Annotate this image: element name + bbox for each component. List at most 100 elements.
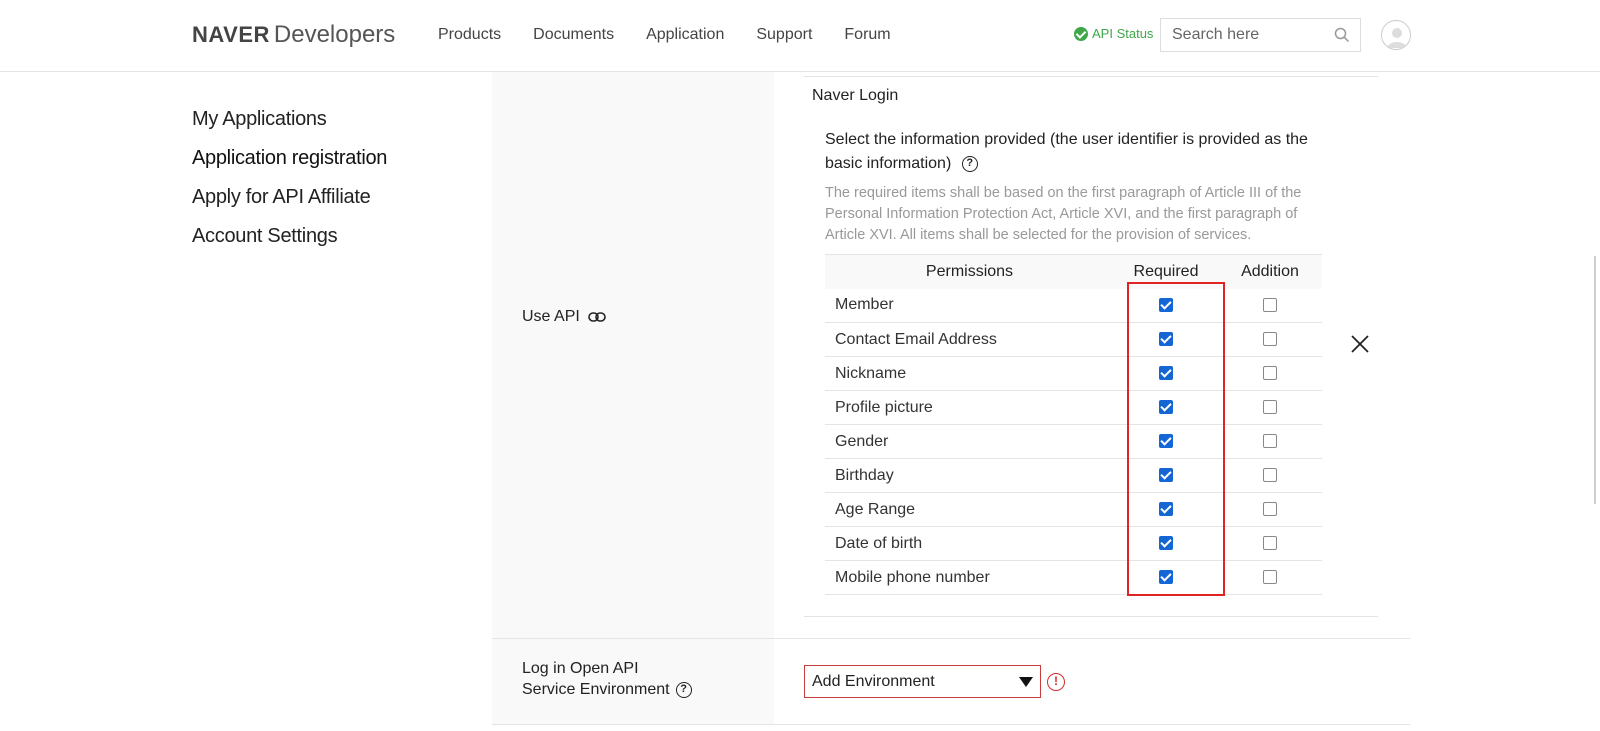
env-select-value: Add Environment — [812, 673, 935, 690]
addition-checkbox[interactable] — [1263, 400, 1277, 415]
addition-cell — [1218, 424, 1322, 459]
sidebar-item-apply-api-affiliate[interactable]: Apply for API Affiliate — [192, 178, 387, 217]
addition-cell — [1218, 526, 1322, 561]
api-status-link[interactable]: API Status — [1074, 26, 1153, 41]
permissions-table: Permissions Required Addition Member Cont… — [825, 254, 1322, 595]
required-checkbox[interactable] — [1159, 468, 1173, 483]
nav-documents[interactable]: Documents — [533, 24, 614, 46]
permissions-header: Permissions — [825, 254, 1114, 289]
permission-name: Nickname — [825, 356, 1114, 391]
close-icon[interactable] — [1349, 333, 1371, 355]
permission-name: Member — [825, 288, 1114, 323]
required-checkbox[interactable] — [1159, 502, 1173, 517]
legal-notice: The required items shall be based on the… — [825, 185, 1302, 243]
nav-support[interactable]: Support — [756, 24, 812, 46]
nav-products[interactable]: Products — [438, 24, 501, 46]
service-env-label: Log in Open API Service Environment? — [522, 658, 692, 700]
warning-icon: ! — [1047, 673, 1065, 691]
addition-cell — [1218, 492, 1322, 527]
addition-checkbox[interactable] — [1263, 332, 1277, 347]
permission-row: Date of birth — [825, 526, 1322, 561]
addition-cell — [1218, 288, 1322, 323]
required-checkbox[interactable] — [1159, 400, 1173, 415]
addition-cell — [1218, 560, 1322, 595]
required-checkbox[interactable] — [1159, 434, 1173, 449]
search-input[interactable] — [1161, 26, 1326, 44]
addition-cell — [1218, 322, 1322, 357]
main-nav: Products Documents Application Support F… — [438, 24, 923, 46]
permission-row: Member — [825, 288, 1322, 323]
nav-forum[interactable]: Forum — [844, 24, 890, 46]
addition-checkbox[interactable] — [1263, 570, 1277, 585]
required-cell — [1114, 458, 1218, 493]
service-env-label-line2: Service Environment — [522, 681, 670, 698]
permission-name: Gender — [825, 424, 1114, 459]
user-icon — [1387, 28, 1407, 48]
row-divider — [492, 724, 1410, 725]
required-cell — [1114, 322, 1218, 357]
required-cell — [1114, 560, 1218, 595]
permission-row: Profile picture — [825, 390, 1322, 425]
nav-application[interactable]: Application — [646, 24, 724, 46]
permission-row: Nickname — [825, 356, 1322, 391]
sidebar-item-application-registration[interactable]: Application registration — [192, 139, 387, 178]
required-header: Required — [1114, 254, 1218, 289]
required-cell — [1114, 424, 1218, 459]
link-icon[interactable] — [588, 311, 607, 323]
select-info-label: Select the information provided (the use… — [825, 131, 1308, 172]
permission-row: Gender — [825, 424, 1322, 459]
use-api-label: Use API — [522, 306, 607, 327]
required-cell — [1114, 390, 1218, 425]
api-status-label: API Status — [1092, 26, 1154, 41]
add-environment-select[interactable]: Add Environment — [804, 665, 1041, 698]
scrollbar[interactable] — [1594, 256, 1596, 504]
permission-name: Profile picture — [825, 390, 1114, 425]
logo-product: Developers — [273, 21, 396, 48]
required-cell — [1114, 356, 1218, 391]
use-api-label-cell — [492, 72, 774, 638]
required-checkbox[interactable] — [1159, 570, 1173, 585]
required-cell — [1114, 492, 1218, 527]
required-cell — [1114, 526, 1218, 561]
top-header: NAVER Developers Products Documents Appli… — [0, 0, 1600, 72]
search-icon[interactable] — [1334, 27, 1350, 43]
required-checkbox[interactable] — [1159, 366, 1173, 381]
panel-divider — [804, 616, 1378, 617]
addition-checkbox[interactable] — [1263, 536, 1277, 551]
required-cell — [1114, 288, 1218, 323]
logo-brand: NAVER — [192, 22, 270, 47]
addition-cell — [1218, 458, 1322, 493]
permission-name: Date of birth — [825, 526, 1114, 561]
help-icon[interactable]: ? — [675, 681, 692, 698]
panel-divider — [804, 76, 1378, 77]
required-checkbox[interactable] — [1159, 298, 1173, 313]
naver-developers-logo[interactable]: NAVER Developers — [192, 20, 395, 50]
addition-checkbox[interactable] — [1263, 502, 1277, 517]
help-icon[interactable]: ? — [961, 155, 978, 172]
permission-name: Mobile phone number — [825, 560, 1114, 595]
addition-checkbox[interactable] — [1263, 298, 1277, 313]
addition-checkbox[interactable] — [1263, 468, 1277, 483]
select-info-text: Select the information provided (the use… — [825, 128, 1325, 176]
permission-row: Age Range — [825, 492, 1322, 527]
addition-cell — [1218, 390, 1322, 425]
caret-down-icon — [1019, 677, 1033, 687]
addition-checkbox[interactable] — [1263, 434, 1277, 449]
user-avatar[interactable] — [1381, 20, 1411, 50]
sidebar-item-my-applications[interactable]: My Applications — [192, 100, 387, 139]
required-checkbox[interactable] — [1159, 332, 1173, 347]
check-circle-icon — [1074, 26, 1088, 41]
permission-name: Contact Email Address — [825, 322, 1114, 357]
sidebar: My Applications Application registration… — [192, 100, 387, 256]
permission-row: Contact Email Address — [825, 322, 1322, 357]
panel-title: Naver Login — [812, 87, 899, 104]
addition-header: Addition — [1218, 254, 1322, 289]
required-checkbox[interactable] — [1159, 536, 1173, 551]
search-box — [1160, 18, 1361, 52]
row-divider — [492, 638, 1410, 639]
sidebar-item-account-settings[interactable]: Account Settings — [192, 217, 387, 256]
permission-name: Age Range — [825, 492, 1114, 527]
permission-row: Mobile phone number — [825, 560, 1322, 595]
permission-name: Birthday — [825, 458, 1114, 493]
addition-checkbox[interactable] — [1263, 366, 1277, 381]
